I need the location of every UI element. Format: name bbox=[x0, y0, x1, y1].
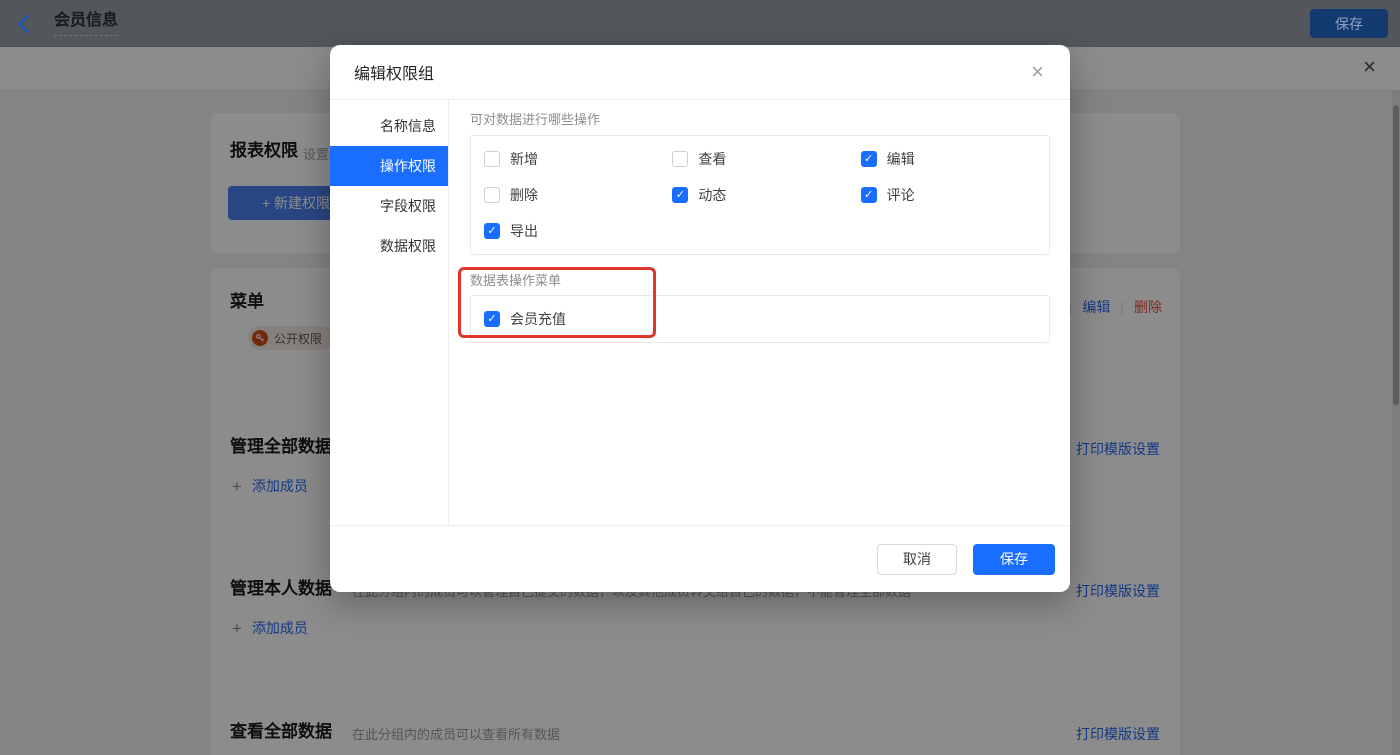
dialog-title: 编辑权限组 bbox=[354, 60, 434, 84]
checkbox-label: 删除 bbox=[510, 185, 538, 205]
checkbox-option[interactable]: 删除 bbox=[484, 185, 672, 205]
operations-box: 新增 查看 编辑 删除 动态 评论 bbox=[470, 135, 1050, 255]
checkbox-label: 新增 bbox=[510, 149, 538, 169]
checkbox-label: 查看 bbox=[698, 149, 726, 169]
checkbox-option[interactable]: 评论 bbox=[861, 185, 1049, 205]
checkbox-option[interactable]: 导出 bbox=[484, 221, 672, 241]
cancel-button[interactable]: 取消 bbox=[877, 544, 957, 575]
checkbox[interactable] bbox=[484, 223, 500, 239]
checkbox[interactable] bbox=[672, 187, 688, 203]
checkbox-option[interactable]: 会员充值 bbox=[484, 309, 566, 329]
dialog-header: 编辑权限组 bbox=[330, 45, 1070, 100]
checkbox[interactable] bbox=[861, 187, 877, 203]
dialog-close-icon[interactable]: × bbox=[1031, 61, 1044, 83]
checkbox-label: 会员充值 bbox=[510, 309, 566, 329]
page-title: 会员信息 bbox=[54, 11, 118, 36]
checkbox-option[interactable]: 编辑 bbox=[861, 149, 1049, 169]
checkbox[interactable] bbox=[484, 187, 500, 203]
edit-permission-group-dialog: 编辑权限组 × 名称信息 操作权限 字段权限 数据权限 可对数据进行哪些操作 新… bbox=[330, 45, 1070, 592]
checkbox-label: 导出 bbox=[510, 221, 538, 241]
screen: 会员信息 保存 × 报表权限 设置成员对报表的操作权限 + 新建权限组 菜单 公… bbox=[0, 0, 1400, 755]
tab-name-info[interactable]: 名称信息 bbox=[330, 106, 448, 146]
tab-field-permission[interactable]: 字段权限 bbox=[330, 186, 448, 226]
topbar-save-button[interactable]: 保存 bbox=[1310, 9, 1388, 38]
checkbox-label: 评论 bbox=[887, 185, 915, 205]
operations-label: 可对数据进行哪些操作 bbox=[470, 113, 600, 126]
tab-operation-permission[interactable]: 操作权限 bbox=[330, 146, 448, 186]
checkbox-option[interactable]: 动态 bbox=[672, 185, 860, 205]
checkbox[interactable] bbox=[484, 151, 500, 167]
tab-data-permission[interactable]: 数据权限 bbox=[330, 226, 448, 266]
checkbox-label: 编辑 bbox=[887, 149, 915, 169]
table-menu-box: 会员充值 bbox=[470, 295, 1050, 343]
checkbox[interactable] bbox=[484, 311, 500, 327]
checkbox-option[interactable]: 查看 bbox=[672, 149, 860, 169]
checkbox[interactable] bbox=[861, 151, 877, 167]
checkbox-label: 动态 bbox=[698, 185, 726, 205]
checkbox[interactable] bbox=[672, 151, 688, 167]
save-button[interactable]: 保存 bbox=[973, 544, 1055, 575]
table-menu-label: 数据表操作菜单 bbox=[470, 274, 561, 287]
checkbox-option[interactable]: 新增 bbox=[484, 149, 672, 169]
dialog-tab-list: 名称信息 操作权限 字段权限 数据权限 bbox=[330, 100, 449, 525]
topbar: 会员信息 保存 bbox=[0, 0, 1400, 47]
dialog-footer: 取消 保存 bbox=[330, 525, 1070, 592]
back-chevron-icon[interactable] bbox=[17, 14, 37, 34]
